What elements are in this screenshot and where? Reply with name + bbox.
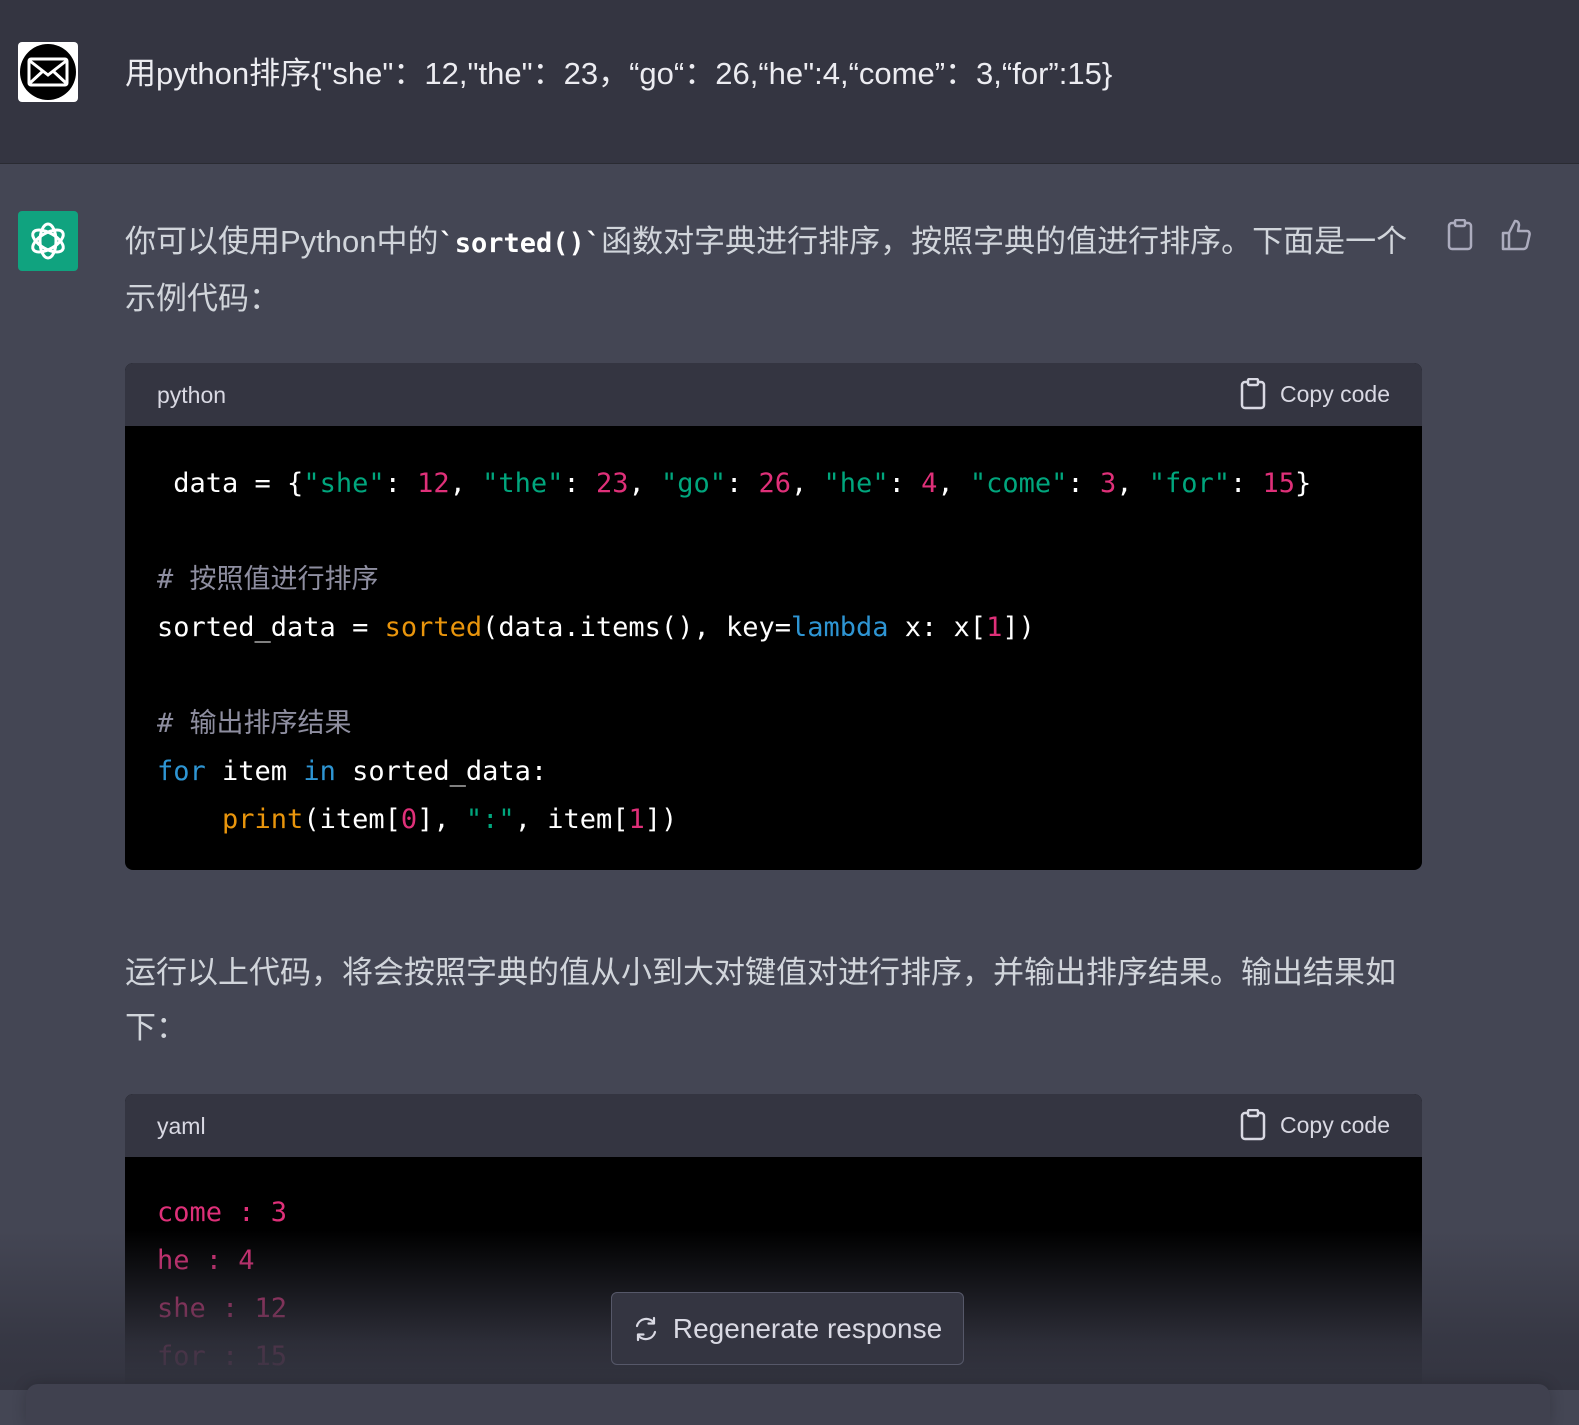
code-line: data = {"she": 12, "the": 23, "go": 26, … [157,468,1312,499]
user-message-row: 用python排序{"she"：12,"the"：23，“go“：26,“he"… [0,0,1579,164]
clipboard-icon [1240,1109,1266,1141]
copy-code-button[interactable]: Copy code [1240,378,1390,410]
assistant-middle-text: 运行以上代码，将会按照字典的值从小到大对键值对进行排序，并输出排序结果。输出结果… [125,955,1396,1045]
code-line: he : 4 [157,1245,255,1276]
assistant-intro-text: 你可以使用Python中的`sorted()`函数对字典进行排序，按照字典的值进… [125,214,1415,326]
copy-code-button[interactable]: Copy code [1240,1109,1390,1141]
thumbs-up-icon [1501,219,1531,251]
code-language-label: yaml [157,1113,206,1139]
clipboard-icon [1447,219,1473,251]
copy-code-label: Copy code [1280,380,1390,407]
message-actions [1445,218,1531,252]
clipboard-icon [1240,378,1266,410]
envelope-icon [20,44,76,100]
code-block-header: yaml Copy code [125,1094,1422,1157]
code-block-header: python Copy code [125,363,1422,426]
inline-code-sorted: `sorted()` [438,228,602,259]
message-input-bar[interactable] [26,1384,1550,1425]
user-message-text: 用python排序{"she"：12,"the"：23，“go“：26,“he"… [125,56,1113,91]
copy-message-button[interactable] [1445,218,1475,252]
refresh-icon [635,1316,656,1341]
code-line: # 按照值进行排序 [157,564,379,595]
code-line: for item in sorted_data: [157,756,548,787]
code-line: print(item[0], ":", item[1]) [222,804,678,835]
code-content: data = {"she": 12, "the": 23, "go": 26, … [125,426,1422,844]
code-line: come : 3 [157,1197,288,1228]
user-avatar [18,42,78,102]
thumbs-up-button[interactable] [1501,218,1531,252]
regenerate-response-button[interactable]: Regenerate response [611,1292,964,1365]
code-line: sorted_data = sorted(data.items(), key=l… [157,612,1035,643]
code-language-label: python [157,382,227,408]
code-block-python: python Copy code data = {"she": 12, "the… [125,363,1422,870]
regenerate-label: Regenerate response [672,1312,943,1344]
intro-text-before: 你可以使用Python中的 [125,224,439,259]
copy-code-label: Copy code [1280,1111,1390,1138]
code-line: # 输出排序结果 [157,708,352,739]
openai-logo-icon [31,222,65,260]
assistant-avatar [18,211,78,271]
